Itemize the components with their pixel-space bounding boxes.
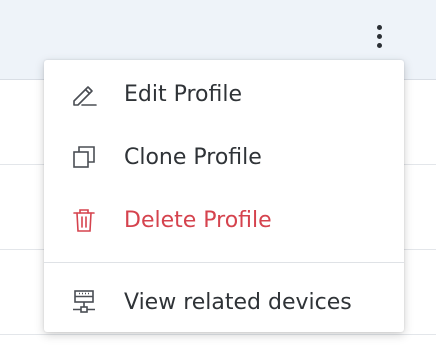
clone-profile-label: Clone Profile bbox=[124, 144, 262, 170]
devices-network-icon bbox=[68, 286, 100, 318]
profile-context-menu: Edit Profile Clone Profile Delete Profil… bbox=[44, 60, 404, 332]
view-related-devices-menu-item[interactable]: View related devices bbox=[44, 274, 404, 330]
table-row-divider bbox=[0, 334, 436, 335]
pencil-icon bbox=[68, 78, 100, 110]
edit-profile-label: Edit Profile bbox=[124, 81, 243, 107]
trash-icon bbox=[68, 204, 100, 236]
clone-profile-menu-item[interactable]: Clone Profile bbox=[44, 129, 404, 185]
menu-divider bbox=[44, 262, 404, 263]
vertical-ellipsis-icon-dot bbox=[376, 33, 382, 39]
delete-profile-menu-item[interactable]: Delete Profile bbox=[44, 192, 404, 248]
more-options-button[interactable] bbox=[364, 18, 394, 54]
delete-profile-label: Delete Profile bbox=[124, 207, 272, 233]
copy-icon bbox=[68, 141, 100, 173]
edit-profile-menu-item[interactable]: Edit Profile bbox=[44, 66, 404, 122]
vertical-ellipsis-icon bbox=[376, 24, 382, 30]
view-related-devices-label: View related devices bbox=[124, 289, 352, 315]
vertical-ellipsis-icon-dot bbox=[376, 42, 382, 48]
